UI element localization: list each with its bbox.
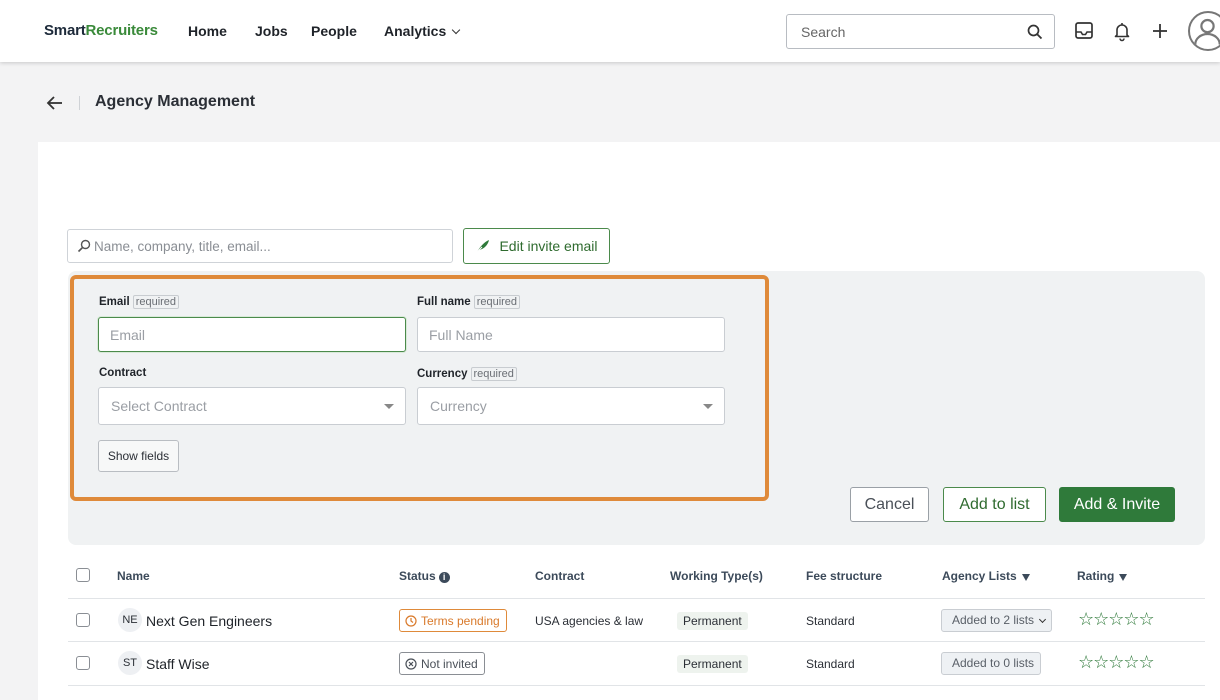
edit-invite-email-label: Edit invite email (499, 238, 598, 254)
row-divider (68, 685, 1205, 686)
agency-search (67, 229, 453, 263)
required-tag: required (473, 295, 521, 309)
email-field[interactable] (98, 317, 406, 352)
contract-select-value: Select Contract (111, 398, 207, 414)
global-search (786, 14, 1055, 49)
currency-label: Currency required (417, 367, 517, 381)
currency-select-value: Currency (430, 398, 487, 414)
plus-icon[interactable] (1149, 20, 1171, 42)
status-badge: Terms pending (399, 609, 507, 632)
column-header-agency-lists[interactable]: Agency Lists (942, 569, 1030, 583)
page-title: Agency Management (95, 93, 256, 110)
fullname-field[interactable] (417, 317, 725, 352)
global-search-input[interactable] (801, 15, 1011, 48)
dropdown-caret-icon (384, 404, 394, 409)
search-icon (77, 239, 91, 253)
nav-analytics[interactable]: Analytics (384, 23, 461, 39)
email-label: Email required (99, 295, 180, 309)
row-checkbox[interactable] (76, 613, 90, 627)
nav-analytics-label: Analytics (384, 23, 447, 39)
status-badge-label: Not invited (421, 656, 478, 671)
rating-stars[interactable]: ☆☆☆☆☆ (1078, 609, 1155, 630)
contract-label: Contract (99, 367, 147, 379)
search-icon[interactable] (1026, 23, 1044, 41)
contract-cell: USA agencies & law (535, 614, 644, 628)
nav-home[interactable]: Home (188, 23, 227, 39)
working-type-tag: Permanent (677, 655, 748, 673)
column-header-rating-label: Rating (1077, 569, 1115, 583)
email-label-text: Email (99, 296, 130, 308)
agency-lists-dropdown[interactable]: Added to 2 lists (941, 609, 1053, 632)
column-header-status-label: Status (399, 569, 436, 583)
agency-initials-avatar: NE (118, 608, 142, 632)
agency-search-input[interactable] (94, 230, 444, 262)
table-header-divider (68, 598, 1205, 599)
fullname-label-text: Full name (417, 296, 471, 308)
user-silhouette-icon (1194, 18, 1220, 45)
agency-lists-dropdown[interactable]: Added to 0 lists (941, 652, 1042, 675)
working-type-tag: Permanent (677, 612, 748, 630)
fee-structure-cell: Standard (806, 614, 855, 628)
filter-icon[interactable] (1119, 574, 1128, 581)
header-divider (79, 96, 80, 110)
agency-initials-avatar: ST (118, 651, 142, 675)
fullname-label: Full name required (417, 295, 521, 309)
dropdown-caret-icon (703, 404, 713, 409)
filter-icon[interactable] (1021, 574, 1030, 581)
show-fields-button[interactable]: Show fields (98, 440, 179, 472)
inbox-icon[interactable] (1073, 20, 1095, 42)
column-header-fee-structure[interactable]: Fee structure (806, 569, 882, 583)
agency-name[interactable]: Staff Wise (146, 656, 210, 672)
feather-pen-icon (476, 240, 490, 253)
agency-lists-label: Added to 2 lists (952, 613, 1035, 627)
required-tag: required (132, 295, 180, 309)
logo-text-part1: Smart (44, 22, 86, 39)
smartrecruiters-logo[interactable]: SmartRecruiters (44, 22, 158, 39)
rating-stars[interactable]: ☆☆☆☆☆ (1078, 652, 1155, 673)
required-tag: required (470, 367, 517, 381)
clock-icon (405, 614, 417, 627)
nav-jobs[interactable]: Jobs (255, 23, 288, 39)
chevron-down-icon (452, 25, 461, 35)
column-header-rating[interactable]: Rating (1077, 569, 1128, 583)
currency-select[interactable]: Currency (417, 387, 725, 425)
column-header-working-types[interactable]: Working Type(s) (670, 569, 763, 583)
row-checkbox[interactable] (76, 656, 90, 670)
agency-lists-label: Added to 0 lists (952, 656, 1035, 670)
cancel-circle-icon (405, 657, 417, 670)
column-header-agency-lists-label: Agency Lists (942, 569, 1017, 583)
status-badge: Not invited (399, 652, 485, 675)
bell-icon[interactable] (1111, 20, 1133, 42)
logo-text-part2: Recruiters (85, 22, 158, 39)
column-header-status[interactable]: Status i (399, 569, 450, 583)
row-divider (68, 641, 1205, 642)
contract-select[interactable]: Select Contract (98, 387, 406, 425)
status-badge-label: Terms pending (421, 613, 500, 628)
user-avatar[interactable] (1188, 11, 1220, 51)
currency-label-text: Currency (417, 368, 468, 380)
info-icon[interactable]: i (438, 572, 450, 583)
column-header-contract[interactable]: Contract (535, 569, 584, 583)
edit-invite-email-button[interactable]: Edit invite email (463, 228, 610, 264)
select-all-checkbox[interactable] (76, 568, 90, 582)
cancel-button[interactable]: Cancel (850, 487, 929, 522)
back-arrow-icon[interactable] (46, 95, 64, 111)
add-and-invite-button[interactable]: Add & Invite (1059, 487, 1175, 522)
column-header-name[interactable]: Name (117, 569, 150, 583)
chevron-down-icon (1039, 615, 1047, 624)
fee-structure-cell: Standard (806, 657, 855, 671)
agency-name[interactable]: Next Gen Engineers (146, 613, 272, 629)
add-to-list-button[interactable]: Add to list (943, 487, 1046, 522)
nav-people[interactable]: People (311, 23, 357, 39)
top-navigation-bar: SmartRecruiters Home Jobs People Analyti… (0, 0, 1220, 62)
